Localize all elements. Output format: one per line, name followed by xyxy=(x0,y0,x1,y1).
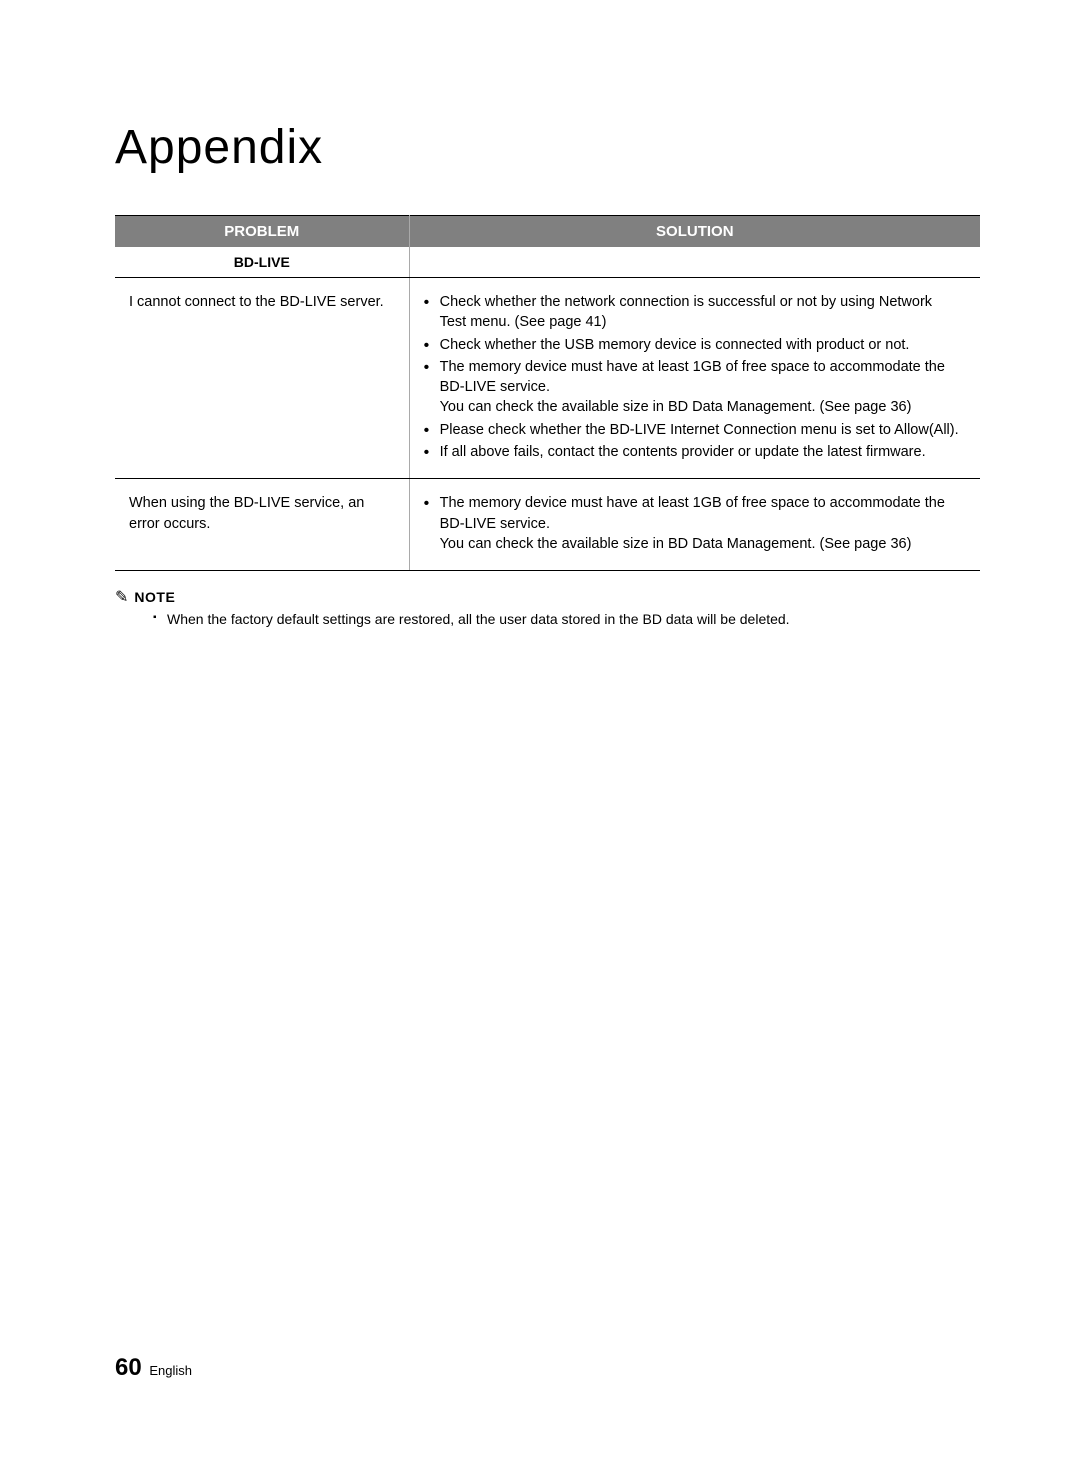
problem-cell: When using the BD-LIVE service, an error… xyxy=(115,479,409,571)
th-problem: PROBLEM xyxy=(115,216,409,248)
solution-cell: Check whether the network connection is … xyxy=(409,278,980,479)
table-row: I cannot connect to the BD-LIVE server. … xyxy=(115,278,980,479)
footer-lang: English xyxy=(149,1363,192,1378)
list-item: If all above fails, contact the contents… xyxy=(424,442,962,462)
list-item: Please check whether the BD-LIVE Interne… xyxy=(424,420,962,440)
list-item: The memory device must have at least 1GB… xyxy=(424,357,962,418)
list-item: Check whether the USB memory device is c… xyxy=(424,335,962,355)
subheader-solution xyxy=(409,247,980,278)
note-icon: ✎ xyxy=(115,587,128,607)
table-subheader-row: BD-LIVE xyxy=(115,247,980,278)
table-row: When using the BD-LIVE service, an error… xyxy=(115,479,980,571)
subheader-problem: BD-LIVE xyxy=(115,247,409,278)
th-solution: SOLUTION xyxy=(409,216,980,248)
note-item: When the factory default settings are re… xyxy=(153,611,980,627)
note-label: NOTE xyxy=(134,589,175,605)
solution-cell: The memory device must have at least 1GB… xyxy=(409,479,980,571)
note-block: ✎ NOTE When the factory default settings… xyxy=(115,587,980,627)
list-item: The memory device must have at least 1GB… xyxy=(424,493,962,554)
page-title: Appendix xyxy=(115,120,980,175)
page-number: 60 xyxy=(115,1354,142,1381)
troubleshooting-table: PROBLEM SOLUTION BD-LIVE I cannot connec… xyxy=(115,215,980,571)
page-footer: 60 English xyxy=(115,1354,192,1382)
problem-cell: I cannot connect to the BD-LIVE server. xyxy=(115,278,409,479)
list-item: Check whether the network connection is … xyxy=(424,292,962,333)
